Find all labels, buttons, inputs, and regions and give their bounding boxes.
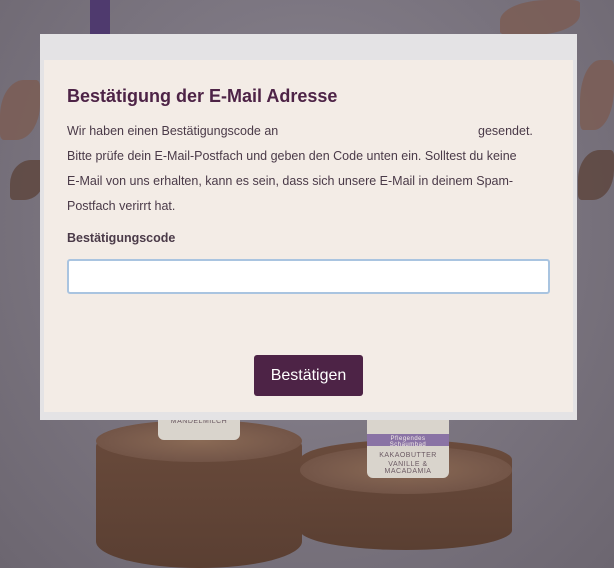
leaf-decoration	[578, 150, 614, 200]
confirm-button[interactable]: Bestätigen	[254, 355, 363, 396]
description-line-1: Wir haben einen Bestätigungscode an gese…	[67, 119, 537, 144]
description-line-1-end: gesendet.	[478, 124, 533, 138]
modal-description: Wir haben einen Bestätigungscode an gese…	[67, 119, 537, 219]
bottle-band-label: Pflegendes Schaumbad	[389, 436, 427, 448]
product-bottle: Pflegendes Schaumbad KAKAOBUTTER VANILLE…	[367, 412, 449, 478]
description-line-3: E-Mail von uns erhalten, kann es sein, d…	[67, 174, 514, 188]
code-label: Bestätigungscode	[67, 231, 176, 245]
bottle-label: VANILLE & MACADAMIA	[384, 461, 432, 475]
leaf-decoration	[500, 0, 580, 35]
bottle-label: KAKAOBUTTER	[379, 452, 437, 459]
code-input[interactable]	[67, 259, 550, 294]
bottle-band: Pflegendes Schaumbad	[367, 434, 449, 448]
description-line-2: Bitte prüfe dein E-Mail-Postfach und geb…	[67, 149, 517, 163]
description-line-4: Postfach verirrt hat.	[67, 199, 176, 213]
modal-title: Bestätigung der E-Mail Adresse	[67, 86, 338, 106]
description-line-1-start: Wir haben einen Bestätigungscode an	[67, 124, 279, 138]
leaf-decoration	[580, 60, 614, 130]
leaf-decoration	[0, 80, 40, 140]
